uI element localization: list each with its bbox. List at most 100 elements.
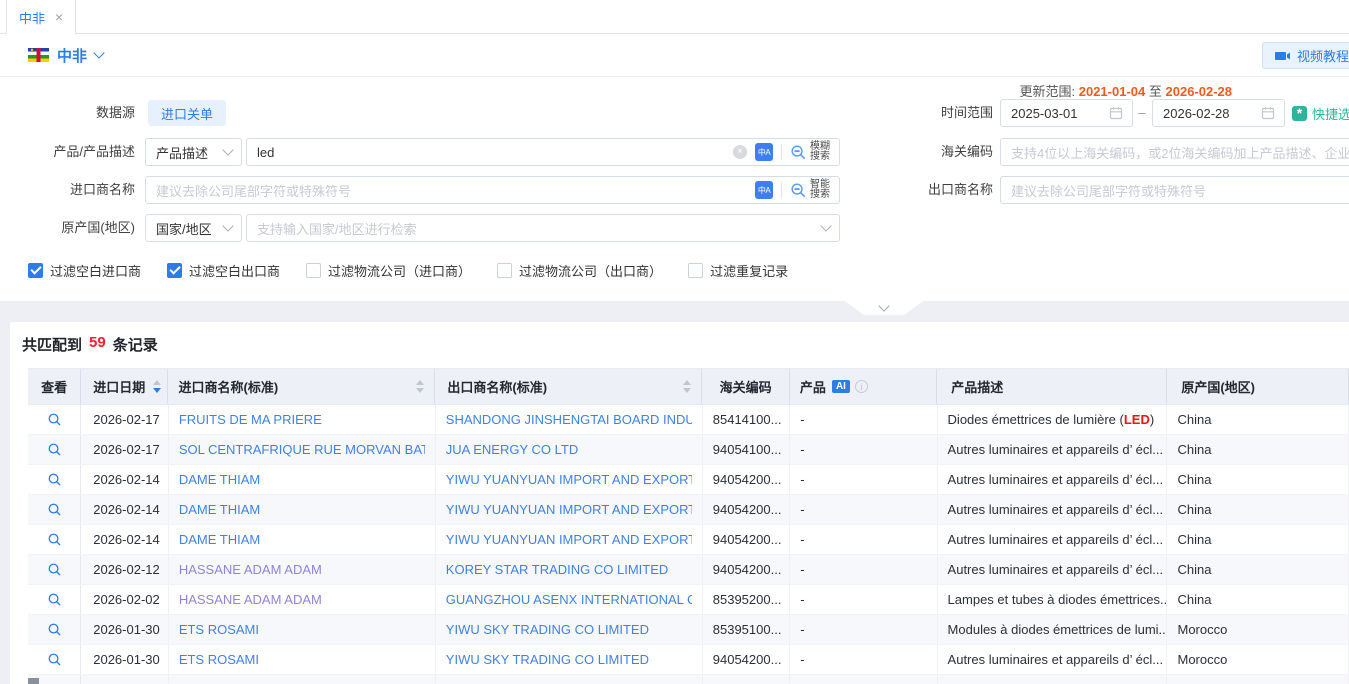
video-tutorial-button[interactable]: 视频教程 xyxy=(1262,42,1349,69)
filter-panel: 更新范围: 2021-01-04 至 2026-02-28 数据源 进口关单 时… xyxy=(0,77,1349,301)
col-import-date[interactable]: 进口日期 xyxy=(81,369,168,404)
sort-icons[interactable] xyxy=(416,380,424,393)
sort-icons[interactable] xyxy=(153,380,161,393)
checkbox-unchecked-icon[interactable] xyxy=(688,263,703,278)
origin-country-input[interactable]: 支持输入国家/地区进行检索 xyxy=(246,214,840,242)
importer-link[interactable]: HASSANE ADAM ADAM xyxy=(179,562,322,577)
description-cell: Lampes et tubes à diodes émettrices... xyxy=(938,585,1168,614)
smart-search-button[interactable]: 智能 搜索 xyxy=(790,180,830,200)
filter-checkbox[interactable]: 过滤物流公司（出口商） xyxy=(497,261,662,280)
checkbox-unchecked-icon[interactable] xyxy=(497,263,512,278)
clear-input-icon[interactable]: × xyxy=(733,145,747,159)
view-cell xyxy=(28,465,81,494)
importer-link[interactable]: ETS ROSAMI xyxy=(179,622,259,637)
col-exporter-name[interactable]: 出口商名称(标准) xyxy=(435,369,702,404)
importer-link[interactable]: DAME THIAM xyxy=(179,502,260,517)
exporter-link[interactable]: YIWU SKY TRADING CO LIMITED xyxy=(446,622,649,637)
exporter-link[interactable]: JUA ENERGY CO LTD xyxy=(446,442,578,457)
import-date-cell: 2026-02-17 xyxy=(81,405,169,434)
info-icon[interactable]: i xyxy=(855,380,868,393)
importer-name-input[interactable]: 建议去除公司尾部字符或特殊符号 中A 智能 搜索 xyxy=(145,176,840,204)
horizontal-scrollbar-thumb[interactable] xyxy=(28,678,39,684)
view-cell xyxy=(28,585,81,614)
view-details-icon[interactable] xyxy=(43,439,65,461)
table-row: 2026-02-02HASSANE ADAM ADAMGUANGZHOU ASE… xyxy=(28,585,1349,615)
end-date-input[interactable]: 2026-02-28 xyxy=(1152,99,1285,127)
table-row: 2026-02-12HASSANE ADAM ADAMKOREY STAR TR… xyxy=(28,555,1349,585)
product-label: 产品/产品描述 xyxy=(0,138,135,166)
translate-icon[interactable]: 中A xyxy=(755,181,773,199)
country-selector[interactable]: 中非 xyxy=(28,34,103,76)
view-details-icon[interactable] xyxy=(43,529,65,551)
exporter-cell: YIWU SKY TRADING CO LIMITED xyxy=(436,645,703,674)
origin-type-select[interactable]: 国家/地区 xyxy=(145,214,242,242)
checkbox-checked-icon[interactable] xyxy=(167,263,182,278)
view-details-icon[interactable] xyxy=(43,409,65,431)
filter-checkbox[interactable]: 过滤空白进口商 xyxy=(28,261,141,280)
exporter-link[interactable]: GUANGZHOU ASENX INTERNATIONAL CO ... xyxy=(446,592,692,607)
col-hs-code: 海关编码 xyxy=(702,369,789,404)
chevron-down-icon xyxy=(93,47,104,58)
fuzzy-search-button[interactable]: 模糊 搜索 xyxy=(790,142,830,162)
quick-select-label: 快捷选择 xyxy=(1312,104,1349,123)
filter-checkbox[interactable]: 过滤空白出口商 xyxy=(167,261,280,280)
hs-code-cell: 94054200... xyxy=(703,465,790,494)
table-row xyxy=(28,675,1349,684)
importer-link[interactable]: FRUITS DE MA PRIERE xyxy=(179,412,322,427)
description-cell xyxy=(938,675,1168,684)
results-panel: 共匹配到 59 条记录 查看 进口日期 进口商名称(标准) 出口商名称(标准) xyxy=(10,322,1349,684)
translate-icon[interactable]: 中A xyxy=(755,143,773,161)
view-details-icon[interactable] xyxy=(43,649,65,671)
import-date-cell: 2026-02-14 xyxy=(81,495,169,524)
origin-country-cell: Morocco xyxy=(1167,615,1349,644)
view-details-icon[interactable] xyxy=(43,499,65,521)
checkbox-checked-icon[interactable] xyxy=(28,263,43,278)
origin-country-cell: China xyxy=(1167,435,1349,464)
results-table: 查看 进口日期 进口商名称(标准) 出口商名称(标准) 海关编码 产品 AI xyxy=(28,368,1349,684)
view-details-icon[interactable] xyxy=(43,619,65,641)
importer-link[interactable]: SOL CENTRAFRIQUE RUE MORVAN BAT OF... xyxy=(179,442,425,457)
filter-checkbox[interactable]: 过滤物流公司（进口商） xyxy=(306,261,471,280)
col-importer-name[interactable]: 进口商名称(标准) xyxy=(168,369,435,404)
product-search-input[interactable]: led × 中A 模糊 搜索 xyxy=(246,138,840,166)
exporter-link[interactable]: YIWU YUANYUAN IMPORT AND EXPORT C... xyxy=(446,472,692,487)
exporter-link[interactable]: YIWU SKY TRADING CO LIMITED xyxy=(446,652,649,667)
start-date-input[interactable]: 2025-03-01 xyxy=(1000,99,1133,127)
exporter-link[interactable]: YIWU YUANYUAN IMPORT AND EXPORT C... xyxy=(446,532,692,547)
exporter-name-input[interactable]: 建议去除公司尾部字符或特殊符号 xyxy=(1000,176,1349,204)
quick-select-button[interactable]: * 快捷选择 xyxy=(1292,99,1349,127)
importer-cell: ETS ROSAMI xyxy=(169,645,436,674)
importer-link[interactable]: ETS ROSAMI xyxy=(179,652,259,667)
sort-icons[interactable] xyxy=(683,380,691,393)
divider xyxy=(781,144,782,160)
tab-zhongfei[interactable]: 中非 × xyxy=(6,0,76,34)
checkbox-unchecked-icon[interactable] xyxy=(306,263,321,278)
hs-code-cell: 85395200... xyxy=(703,585,790,614)
importer-link[interactable]: DAME THIAM xyxy=(179,472,260,487)
view-details-icon[interactable] xyxy=(43,469,65,491)
col-product-ai: 产品 AI i xyxy=(790,369,937,404)
importer-link[interactable]: HASSANE ADAM ADAM xyxy=(179,592,322,607)
chevron-down-icon xyxy=(222,144,233,155)
description-cell: Autres luminaires et appareils d’ écl... xyxy=(938,495,1168,524)
exporter-link[interactable]: KOREY STAR TRADING CO LIMITED xyxy=(446,562,668,577)
exporter-link[interactable]: SHANDONG JINSHENGTAI BOARD INDUST... xyxy=(446,412,692,427)
product-type-select[interactable]: 产品描述 xyxy=(145,138,242,166)
origin-country-cell: China xyxy=(1167,525,1349,554)
importer-label: 进口商名称 xyxy=(0,176,135,204)
checkbox-label: 过滤空白出口商 xyxy=(189,261,280,280)
tab-bar: 中非 × xyxy=(0,0,1349,34)
view-cell xyxy=(28,405,81,434)
table-row: 2026-02-17 FRUITS DE MA PRIERE SHANDONG JI… xyxy=(28,405,1349,435)
hs-code-input[interactable]: 支持4位以上海关编码，或2位海关编码加上产品描述、企业名称的 xyxy=(1000,138,1349,166)
filter-checkbox[interactable]: 过滤重复记录 xyxy=(688,261,788,280)
view-details-icon[interactable] xyxy=(43,559,65,581)
import-date-cell: 2026-02-14 xyxy=(81,465,169,494)
view-details-icon[interactable] xyxy=(43,589,65,611)
import-declaration-button[interactable]: 进口关单 xyxy=(148,100,226,126)
exporter-link[interactable]: YIWU YUANYUAN IMPORT AND EXPORT C... xyxy=(446,502,692,517)
tab-close-icon[interactable]: × xyxy=(55,9,63,25)
view-cell xyxy=(28,435,81,464)
update-range-start: 2021-01-04 xyxy=(1079,84,1146,99)
importer-link[interactable]: DAME THIAM xyxy=(179,532,260,547)
